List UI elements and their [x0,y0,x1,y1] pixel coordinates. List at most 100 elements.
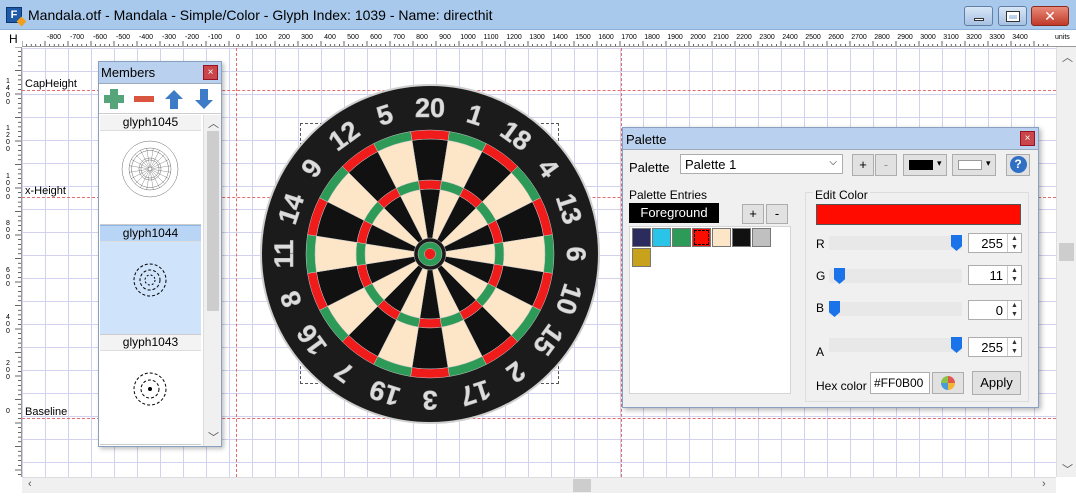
scroll-right-icon[interactable]: › [1042,478,1046,490]
palette-swatch[interactable] [692,228,711,247]
window-title: Mandala.otf - Mandala - Simple/Color - G… [28,7,493,23]
close-icon: ✕ [1044,8,1056,24]
a-spinbox[interactable]: 255 ▲ ▼ [968,337,1022,357]
ruler-tick-label: 0 [6,234,10,241]
background-color-dropdown[interactable]: ▾ [952,154,996,176]
g-spinbox[interactable]: 11 ▲ ▼ [968,265,1022,285]
g-slider[interactable] [829,269,962,283]
spin-arrows-icon[interactable]: ▲ ▼ [1007,301,1021,319]
scroll-down-icon[interactable]: ﹀ [1062,461,1073,477]
ruler-tick-label: -600 [93,34,107,41]
members-scrollbar[interactable]: ︿ ﹀ [203,115,221,446]
arrow-up-icon[interactable] [163,88,185,110]
dartboard-glyph[interactable]: 20 1 184136101521731971681114912 5 [260,84,600,424]
dartboard-segment [418,317,442,329]
palette-swatch[interactable] [732,228,751,247]
dartboard-segment [410,129,450,141]
r-value: 255 [981,236,1003,251]
palette-swatch[interactable] [672,228,691,247]
arrow-down-icon[interactable] [193,88,215,110]
title-bar: F Mandala.otf - Mandala - Simple/Color -… [0,0,1076,30]
ruler-tick-label: 0 [6,328,10,335]
dartboard-number: 3 [422,385,437,415]
add-palette-button[interactable]: + [852,154,874,176]
palette-swatch[interactable] [712,228,731,247]
ruler-tick-label: 0 [6,227,10,234]
help-icon: ? [1009,156,1027,173]
app-icon: F [6,7,22,23]
ruler-tick-label: 2700 [851,34,867,41]
vertical-scrollbar[interactable]: ︿ ﹀ [1056,47,1076,477]
hex-color-input[interactable]: #FF0B00 [870,372,930,394]
palette-close-button[interactable]: × [1020,131,1035,146]
members-scroll-thumb[interactable] [207,131,219,311]
ruler-tick-label: 3000 [920,34,936,41]
members-scroll-up-icon[interactable]: ︿ [208,115,219,131]
apply-button[interactable]: Apply [972,371,1021,395]
color-picker-button[interactable] [932,372,964,394]
ruler-tick-label: 0 [6,187,10,194]
palette-swatch[interactable] [752,228,771,247]
vertical-ruler: 1400120010008006004002000 [0,47,22,477]
ruler-tick-label: 1 [6,173,10,180]
baseline-label: Baseline [25,406,68,418]
spin-arrows-icon[interactable]: ▲ ▼ [1007,266,1021,284]
a-label: A [816,345,825,359]
ruler-tick-label: 2 [6,132,10,139]
glyph-list-item[interactable]: glyph1043 [100,335,201,445]
spin-arrows-icon[interactable]: ▲ ▼ [1007,234,1021,252]
add-entry-button[interactable]: + [742,204,764,224]
horizontal-scrollbar[interactable]: ‹ › [22,477,1056,493]
palette-entries-grid[interactable] [629,226,791,394]
members-scroll-down-icon[interactable]: ﹀ [208,429,219,445]
ruler-tick-label: 1300 [529,34,545,41]
glyph-thumbnail-bullseye-icon [133,372,167,406]
palette-title: Palette [626,132,667,147]
ruler-tick-label: 2800 [874,34,890,41]
ruler-tick-label: -500 [116,34,130,41]
scroll-left-icon[interactable]: ‹ [28,478,32,490]
palette-swatch[interactable] [632,248,651,267]
minimize-button[interactable] [964,6,993,26]
scroll-up-icon[interactable]: ︿ [1062,49,1073,65]
glyph-list-item-selected[interactable]: glyph1044 [100,225,201,335]
b-slider[interactable] [829,302,962,316]
close-button[interactable]: ✕ [1031,6,1069,26]
ruler-tick-label: 2000 [690,34,706,41]
ruler-tick-label: -200 [185,34,199,41]
chevron-down-icon: ⌵ [829,157,837,168]
remove-palette-button[interactable]: - [875,154,897,176]
foreground-color-dropdown[interactable]: ▾ [903,154,947,176]
palette-swatch[interactable] [632,228,651,247]
vertical-scroll-thumb[interactable] [1059,243,1074,261]
spin-arrows-icon[interactable]: ▲ ▼ [1007,338,1021,356]
remove-entry-button[interactable]: - [766,204,788,224]
ruler-tick-label: -100 [208,34,222,41]
foreground-entry[interactable]: Foreground [629,203,719,223]
glyph-list[interactable]: glyph1045 glyph1044 glyph1043 [100,115,201,446]
ruler-tick-label: 0 [6,194,10,201]
edit-color-label: Edit Color [813,188,870,202]
minus-icon[interactable] [133,88,155,110]
ruler-tick-label: 3200 [966,34,982,41]
r-spinbox[interactable]: 255 ▲ ▼ [968,233,1022,253]
a-slider[interactable] [829,338,962,352]
maximize-button[interactable] [998,6,1027,26]
ruler-tick-label: 8 [6,220,10,227]
palette-select[interactable]: Palette 1 ⌵ [680,154,843,174]
b-value: 0 [995,303,1003,318]
ruler-tick-label: 400 [324,34,336,41]
b-spinbox[interactable]: 0 ▲ ▼ [968,300,1022,320]
r-slider[interactable] [829,236,962,250]
ruler-tick-label: 0 [6,321,10,328]
dartboard-segment [493,242,505,266]
plus-icon[interactable] [103,88,125,110]
help-button[interactable]: ? [1006,154,1030,176]
glyph-list-item[interactable]: glyph1045 [100,115,201,225]
members-close-button[interactable]: × [203,65,218,80]
palette-swatch[interactable] [652,228,671,247]
bullseye [424,248,436,260]
ruler-tick-label: 0 [6,92,10,99]
ruler-tick-label: 0 [6,374,10,381]
horizontal-scroll-thumb[interactable] [573,479,591,492]
